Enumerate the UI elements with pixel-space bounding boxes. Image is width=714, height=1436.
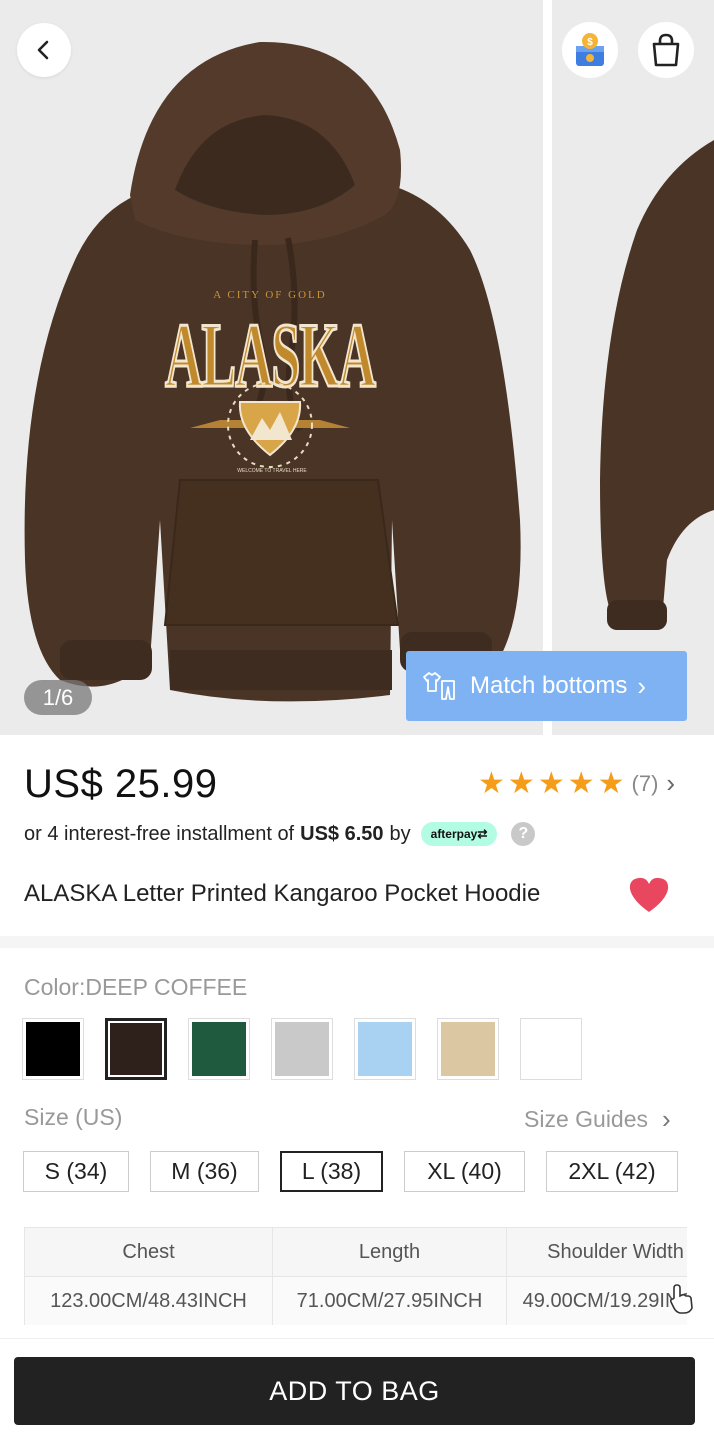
- measure-value-chest: 123.00CM/48.43INCH: [24, 1276, 273, 1325]
- color-swatch-green[interactable]: [188, 1018, 250, 1080]
- afterpay-logo: afterpay ⇄: [420, 822, 498, 846]
- print-bottom-text: WELCOME TO TRAVEL HERE: [237, 468, 307, 474]
- product-gallery[interactable]: A CITY OF GOLD ALASKA WELCOME TO TRAVEL …: [0, 0, 714, 735]
- rating-summary[interactable]: ★ ★ ★ ★ ★ (7) ›: [478, 768, 675, 799]
- product-image-main[interactable]: A CITY OF GOLD ALASKA WELCOME TO TRAVEL …: [0, 0, 543, 735]
- coin-reward-icon: $: [576, 33, 604, 66]
- star-icon: ★: [507, 766, 535, 800]
- product-title: ALASKA Letter Printed Kangaroo Pocket Ho…: [24, 880, 541, 907]
- color-swatch-deep-coffee[interactable]: [105, 1018, 167, 1080]
- back-button[interactable]: [17, 23, 71, 77]
- star-icon: ★: [597, 766, 625, 800]
- star-icon: ★: [478, 766, 505, 800]
- review-count: (7): [631, 770, 659, 796]
- size-options: S (34) M (36) L (38) XL (40) 2XL (42): [23, 1151, 678, 1192]
- shopping-bag-button[interactable]: [638, 22, 694, 78]
- add-to-bag-button[interactable]: ADD TO BAG: [14, 1357, 695, 1425]
- print-top-text: A CITY OF GOLD: [213, 289, 326, 301]
- installment-prefix: or 4 interest-free installment of: [24, 822, 295, 845]
- chevron-right-icon: ›: [637, 670, 647, 701]
- swatch-fill: [192, 1022, 246, 1076]
- swatch-fill: [26, 1022, 80, 1076]
- measure-header-chest: Chest: [24, 1227, 273, 1277]
- size-guides-label: Size Guides: [524, 1106, 649, 1132]
- wishlist-button[interactable]: [628, 876, 670, 919]
- size-option-m[interactable]: M (36): [150, 1151, 259, 1192]
- product-image-next[interactable]: [552, 0, 714, 735]
- measurement-table[interactable]: Chest Length Shoulder Width 123.00CM/48.…: [24, 1227, 687, 1325]
- measure-value-shoulder: 49.00CM/19.29INCH: [506, 1276, 687, 1325]
- color-swatches: [22, 1018, 603, 1080]
- measure-header-shoulder: Shoulder Width: [506, 1227, 687, 1277]
- installment-info: or 4 interest-free installment of US$ 6.…: [24, 822, 536, 846]
- afterpay-label: afterpay: [430, 827, 478, 841]
- measure-value-length: 71.00CM/27.95INCH: [272, 1276, 507, 1325]
- bottom-bar-divider: [0, 1338, 714, 1339]
- svg-text:$: $: [587, 37, 593, 48]
- color-swatch-light-blue[interactable]: [354, 1018, 416, 1080]
- print-main-text: ALASKA: [165, 304, 376, 406]
- size-guides-link[interactable]: Size Guides ›: [524, 1104, 671, 1135]
- chevron-right-icon: ›: [662, 1104, 671, 1134]
- help-icon[interactable]: ?: [511, 822, 536, 846]
- size-option-l[interactable]: L (38): [280, 1151, 383, 1192]
- size-option-s[interactable]: S (34): [23, 1151, 129, 1192]
- installment-amount: US$ 6.50: [300, 822, 384, 845]
- size-option-xl[interactable]: XL (40): [404, 1151, 525, 1192]
- match-bottoms-button[interactable]: Match bottoms ›: [406, 651, 687, 721]
- hoodie-illustration: A CITY OF GOLD ALASKA WELCOME TO TRAVEL …: [24, 41, 521, 702]
- star-icon: ★: [537, 766, 565, 800]
- heart-icon: [629, 877, 669, 912]
- color-swatch-apricot[interactable]: [437, 1018, 499, 1080]
- size-option-2xl[interactable]: 2XL (42): [546, 1151, 678, 1192]
- color-swatch-grey[interactable]: [271, 1018, 333, 1080]
- swatch-fill: [275, 1022, 329, 1076]
- hand-pointer-icon: [668, 1284, 696, 1319]
- installment-by: by: [389, 822, 411, 845]
- swatch-fill: [441, 1022, 495, 1076]
- hoodie-next-illustration: [600, 140, 714, 630]
- match-bottoms-label: Match bottoms: [470, 672, 628, 699]
- swatch-fill: [110, 1023, 162, 1075]
- coin-reward-button[interactable]: $: [562, 22, 618, 78]
- measure-header-length: Length: [272, 1227, 507, 1277]
- color-swatch-white[interactable]: [520, 1018, 582, 1080]
- chevron-right-icon: ›: [666, 768, 676, 798]
- size-label: Size (US): [24, 1104, 123, 1130]
- color-label: Color:DEEP COFFEE: [24, 974, 248, 1000]
- image-counter: 1/6: [24, 680, 92, 715]
- outfit-icon: [423, 672, 455, 700]
- chevron-left-icon: [37, 40, 49, 60]
- swatch-fill: [358, 1022, 412, 1076]
- star-icon: ★: [567, 766, 595, 800]
- color-swatch-black[interactable]: [22, 1018, 84, 1080]
- swatch-fill: [524, 1022, 578, 1076]
- product-price: US$ 25.99: [24, 762, 218, 806]
- section-divider: [0, 936, 714, 948]
- shopping-bag-icon: [652, 33, 680, 67]
